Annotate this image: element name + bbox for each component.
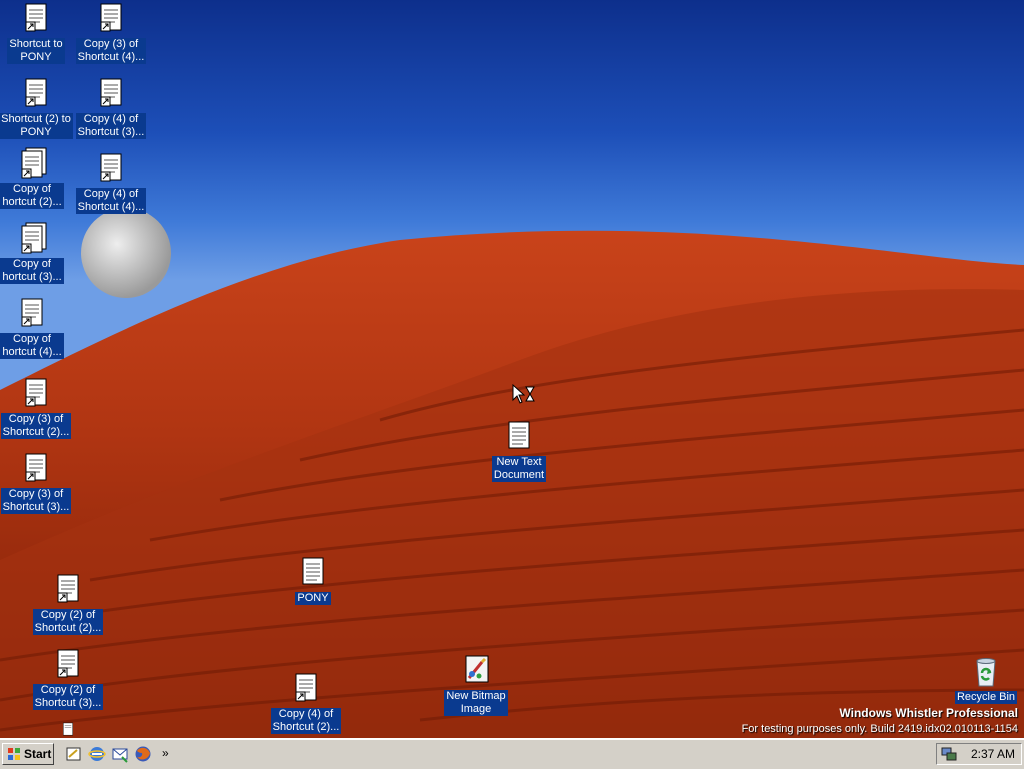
desktop-icon-recycle-bin[interactable]: Recycle Bin [948,655,1024,704]
recycle-bin-icon [976,658,996,687]
document-icon [63,722,73,736]
icon-label: Copy of hortcut (4)... [0,333,64,359]
shortcut-document-icon [100,153,122,182]
taskbar: Start » 2:37 AM [0,738,1024,769]
shortcut-document-icon [57,649,79,678]
shortcut-document-icon [100,78,122,107]
desktop-icon-copy-of-shortcut-3[interactable]: Copy of hortcut (3)... [0,222,70,284]
shortcut-document-icon [25,378,47,407]
icon-label: Copy (2) of Shortcut (2)... [32,609,104,635]
desktop-icon-shortcut-2-to-pony[interactable]: Shortcut (2) to PONY [0,77,74,139]
desktop-icon-copy-3-of-shortcut-4[interactable]: Copy (3) of Shortcut (4)... [73,2,149,64]
icon-label: Copy (4) of Shortcut (2)... [270,708,342,734]
icon-label: Copy of hortcut (2)... [0,183,64,209]
desktop-icon-new-bitmap-image[interactable]: New Bitmap Image [438,654,514,716]
icon-label: Recycle Bin [954,691,1018,704]
firefox-icon[interactable] [134,745,152,763]
desktop-icon-copy-4-of-shortcut-4[interactable]: Copy (4) of Shortcut (4)... [73,152,149,214]
wallpaper [0,208,1024,738]
desktop-icon-shortcut-to-pony[interactable]: Shortcut to PONY [0,2,74,64]
desktop-icon-copy-of-shortcut-4[interactable]: Copy of hortcut (4)... [0,297,70,359]
icon-label: Copy of hortcut (3)... [0,258,64,284]
icon-label: New Text Document [491,456,547,482]
shortcut-document-icon [25,3,47,32]
start-label: Start [24,747,52,761]
shortcut-document-icon [295,673,317,702]
icon-label: Copy (3) of Shortcut (2)... [0,413,72,439]
desktop-icon-copy-2-of-shortcut-3[interactable]: Copy (2) of Shortcut (3)... [30,648,106,710]
desktop-icon-copy-4-of-shortcut-3[interactable]: Copy (4) of Shortcut (3)... [73,77,149,139]
show-desktop-icon[interactable] [65,745,83,763]
quick-launch-overflow-chevron[interactable]: » [162,746,169,760]
desktop-icon-copy-3-of-shortcut-3[interactable]: Copy (3) of Shortcut (3)... [0,452,74,514]
icon-label: Shortcut to PONY [7,38,65,64]
shortcut-document-icon [100,3,122,32]
network-connection-icon[interactable] [941,746,957,762]
icon-label: Shortcut (2) to PONY [0,113,73,139]
bitmap-image-icon [465,655,489,683]
desktop-icon-copy-3-of-shortcut-2[interactable]: Copy (3) of Shortcut (2)... [0,377,74,439]
busy-pointer-icon [512,384,535,404]
shortcut-document-icon [57,574,79,603]
clock[interactable]: 2:37 AM [971,747,1015,761]
outlook-express-icon[interactable] [111,745,129,763]
desktop-icon-partial[interactable] [30,722,106,738]
start-button[interactable]: Start [2,743,54,765]
desktop-icon-copy-of-shortcut-2[interactable]: Copy of hortcut (2)... [0,147,70,209]
text-document-icon [302,557,324,585]
desktop-icon-pony[interactable]: PONY [275,556,351,605]
text-document-icon [508,421,530,449]
icon-label: Copy (3) of Shortcut (4)... [75,38,147,64]
icon-label: Copy (3) of Shortcut (3)... [0,488,72,514]
shortcut-document-icon [21,298,43,327]
shortcut-document-icon [25,78,47,107]
icon-label: Copy (4) of Shortcut (4)... [75,188,147,214]
icon-label: New Bitmap Image [444,690,508,716]
desktop-icon-copy-2-of-shortcut-2[interactable]: Copy (2) of Shortcut (2)... [30,573,106,635]
watermark-build-info: For testing purposes only. Build 2419.id… [741,723,1018,735]
icon-label: PONY [295,592,331,605]
shortcut-document-icon [21,147,47,179]
desktop-icon-new-text-document[interactable]: New Text Document [481,420,557,482]
icon-label: Copy (4) of Shortcut (3)... [75,113,147,139]
shortcut-document-icon [21,222,47,254]
system-tray: 2:37 AM [936,743,1022,765]
icon-label: Copy (2) of Shortcut (3)... [32,684,104,710]
desktop[interactable]: Shortcut to PONY Shortcut (2) to PONY Copy… [0,0,1024,738]
shortcut-document-icon [25,453,47,482]
windows-logo-icon [8,748,20,760]
watermark-title: Windows Whistler Professional [839,706,1018,720]
desktop-icon-copy-4-of-shortcut-2[interactable]: Copy (4) of Shortcut (2)... [268,672,344,734]
internet-explorer-icon[interactable] [88,745,106,763]
